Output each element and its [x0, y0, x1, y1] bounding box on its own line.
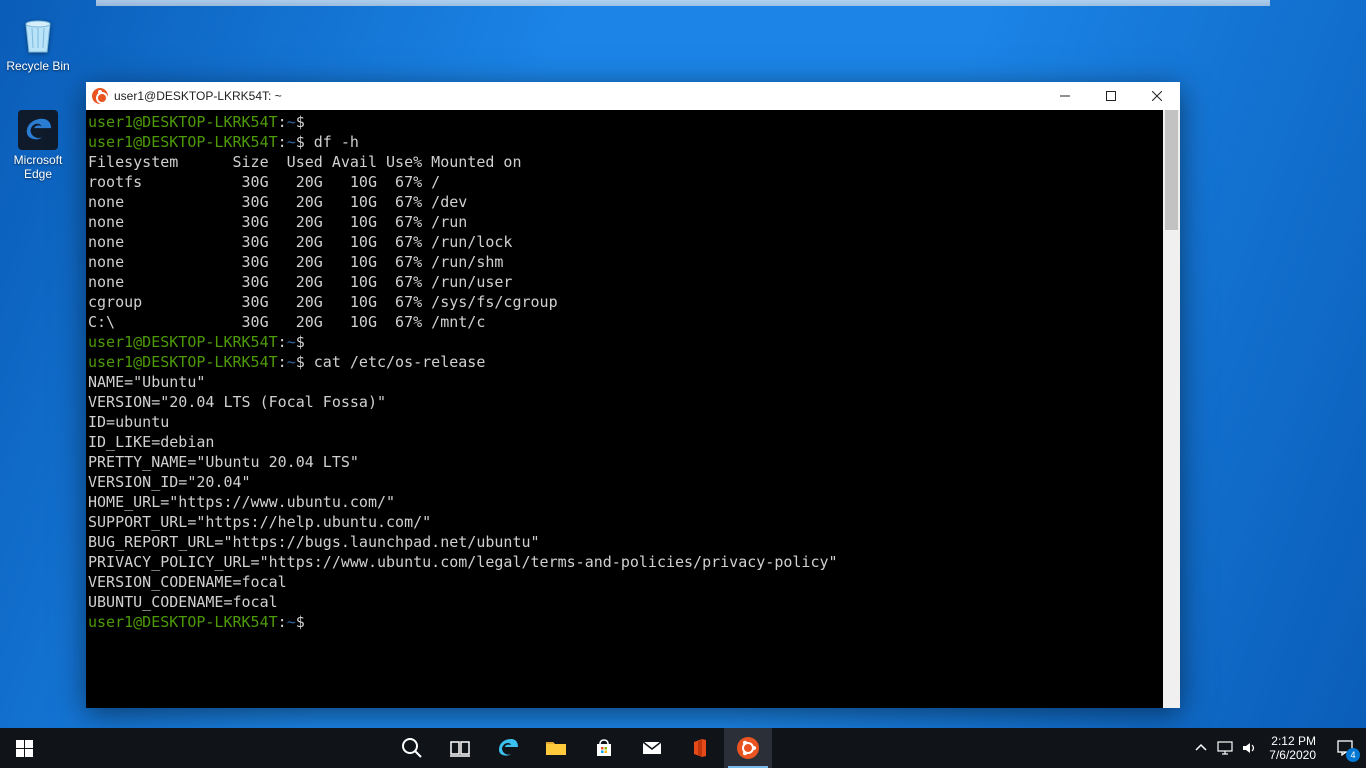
- scrollbar[interactable]: [1163, 110, 1180, 708]
- ubuntu-icon: [92, 88, 108, 104]
- notification-badge: 4: [1346, 748, 1360, 762]
- taskbar-clock[interactable]: 2:12 PM 7/6/2020: [1261, 734, 1324, 762]
- recycle-bin-icon: [16, 12, 60, 56]
- terminal-window: user1@DESKTOP-LKRK54T: ~ user1@DESKTOP-L…: [86, 82, 1180, 708]
- maximize-button[interactable]: [1088, 82, 1134, 110]
- tray-remote-icon[interactable]: [1213, 728, 1237, 768]
- close-button[interactable]: [1134, 82, 1180, 110]
- speaker-icon: [1241, 740, 1257, 756]
- system-tray: 2:12 PM 7/6/2020 4: [1189, 728, 1366, 768]
- ubuntu-icon: [736, 736, 760, 760]
- desktop-label: Microsoft Edge: [0, 153, 76, 181]
- taskbar-office-button[interactable]: [676, 728, 724, 768]
- edge-icon: [18, 110, 58, 150]
- taskbar-explorer-button[interactable]: [532, 728, 580, 768]
- start-button[interactable]: [0, 728, 48, 768]
- minimize-button[interactable]: [1042, 82, 1088, 110]
- clock-date: 7/6/2020: [1269, 748, 1316, 762]
- search-icon: [400, 736, 424, 760]
- monitor-icon: [1217, 740, 1233, 756]
- folder-icon: [544, 736, 568, 760]
- taskbar: 2:12 PM 7/6/2020 4: [0, 728, 1366, 768]
- scrollbar-thumb[interactable]: [1165, 110, 1178, 230]
- office-icon: [688, 736, 712, 760]
- chevron-up-icon: [1195, 742, 1207, 754]
- edge-icon: [496, 736, 520, 760]
- terminal-content[interactable]: user1@DESKTOP-LKRK54T:~$ user1@DESKTOP-L…: [86, 110, 1163, 708]
- desktop-icon-recycle-bin[interactable]: Recycle Bin: [0, 12, 76, 73]
- clock-time: 2:12 PM: [1269, 734, 1316, 748]
- tray-chevron-up[interactable]: [1189, 728, 1213, 768]
- taskbar-search-button[interactable]: [388, 728, 436, 768]
- taskbar-edge-button[interactable]: [484, 728, 532, 768]
- mail-icon: [640, 736, 664, 760]
- desktop-label: Recycle Bin: [0, 59, 76, 73]
- taskbar-ubuntu-button[interactable]: [724, 728, 772, 768]
- desktop-icon-edge[interactable]: Microsoft Edge: [0, 110, 76, 181]
- window-title: user1@DESKTOP-LKRK54T: ~: [114, 89, 282, 103]
- taskbar-store-button[interactable]: [580, 728, 628, 768]
- taskbar-mail-button[interactable]: [628, 728, 676, 768]
- tray-volume-icon[interactable]: [1237, 728, 1261, 768]
- title-bar-remnant: [96, 0, 1270, 6]
- taskview-icon: [448, 736, 472, 760]
- notification-center-button[interactable]: 4: [1324, 728, 1366, 768]
- store-icon: [592, 736, 616, 760]
- windows-logo-icon: [16, 740, 33, 757]
- taskbar-taskview-button[interactable]: [436, 728, 484, 768]
- window-titlebar[interactable]: user1@DESKTOP-LKRK54T: ~: [86, 82, 1180, 110]
